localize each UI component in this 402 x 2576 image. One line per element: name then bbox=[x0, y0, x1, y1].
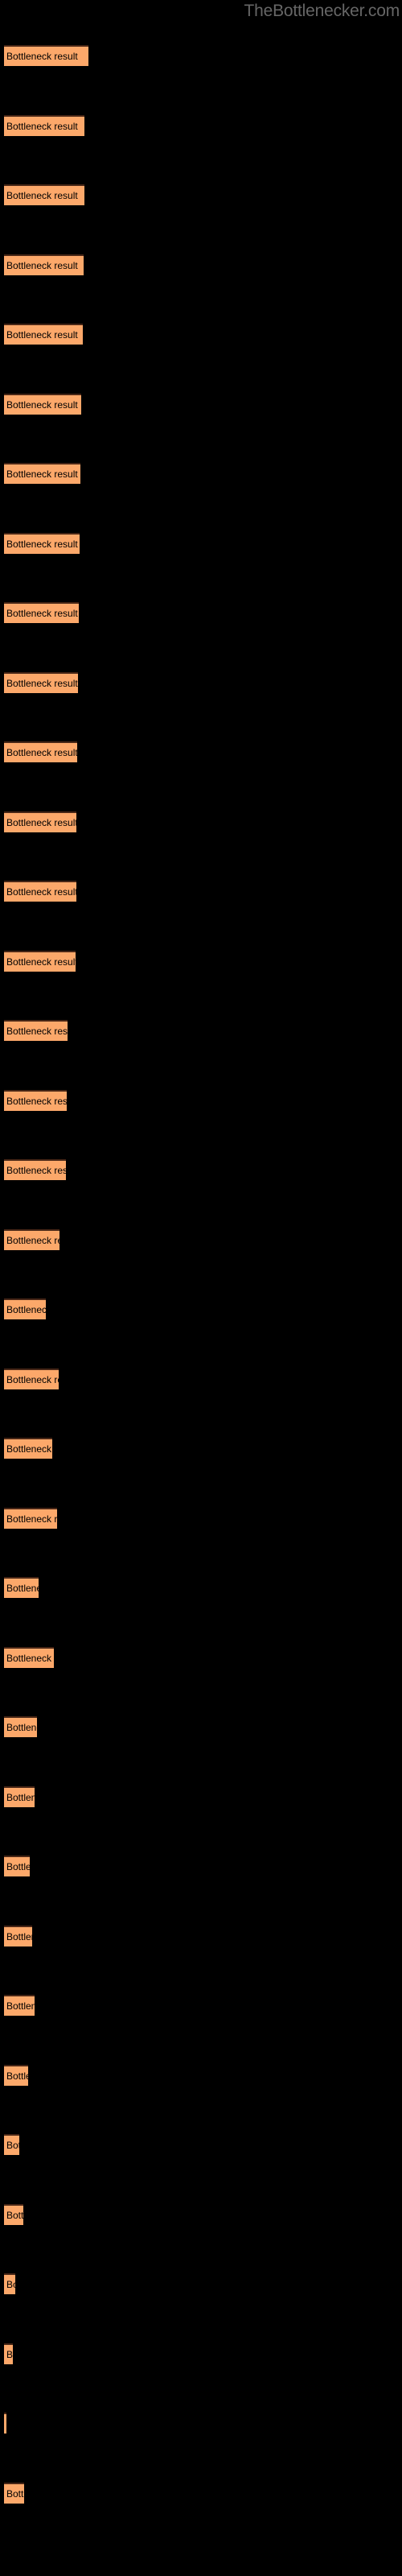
bar-label: Bottleneck result bbox=[6, 2209, 23, 2221]
bar-label: Bottleneck result bbox=[6, 1373, 59, 1385]
bottleneck-bar-chart: TheBottlenecker.com Bottleneck result Bot… bbox=[0, 0, 402, 2576]
bar[interactable]: Bottleneck result bbox=[4, 2203, 23, 2225]
bar[interactable]: Bottleneck result bbox=[4, 741, 77, 762]
bar[interactable]: Bottleneck result bbox=[4, 1507, 57, 1529]
bar-label: Bottleneck result bbox=[6, 329, 78, 341]
bar-label: Bottleneck result bbox=[6, 1443, 52, 1455]
bar[interactable]: Bottleneck result bbox=[4, 2134, 19, 2155]
bar[interactable]: Bottleneck result bbox=[4, 45, 88, 66]
bar[interactable]: Bottleneck result bbox=[4, 1089, 67, 1111]
bar[interactable]: Bottleneck result bbox=[4, 2343, 13, 2364]
bar[interactable]: Bottleneck result bbox=[4, 1438, 52, 1459]
bar-label: Bottleneck result bbox=[6, 2070, 28, 2082]
bar[interactable]: Bottleneck result bbox=[4, 2273, 15, 2294]
bar[interactable]: Bottleneck result bbox=[4, 2413, 6, 2434]
bar[interactable]: Bottleneck result bbox=[4, 811, 76, 832]
bar-label: Bottleneck result bbox=[6, 190, 78, 201]
bar[interactable]: Bottleneck result bbox=[4, 1228, 59, 1250]
bar-label: Bottleneck result bbox=[6, 2000, 35, 2012]
bar-label: Bottleneck result bbox=[6, 816, 76, 828]
bar-label: Bottleneck result bbox=[6, 1583, 39, 1594]
bar[interactable]: Bottleneck result bbox=[4, 324, 83, 345]
bar-label: Bottleneck result bbox=[6, 398, 78, 411]
bar[interactable]: Bottleneck result bbox=[4, 1159, 66, 1180]
bar[interactable]: Bottleneck result bbox=[4, 881, 76, 902]
bar-label: Bottleneck result bbox=[6, 2279, 15, 2290]
bar-label: Bottleneck result bbox=[6, 956, 76, 968]
bar-label: Bottleneck result bbox=[6, 2140, 19, 2151]
bar[interactable]: Bottleneck result bbox=[4, 1298, 46, 1319]
bar[interactable]: Bottleneck result bbox=[4, 114, 84, 136]
bar-label: Bottleneck result bbox=[6, 1165, 66, 1176]
bar[interactable]: Bottleneck result bbox=[4, 1020, 68, 1041]
bar[interactable]: Bottleneck result bbox=[4, 2482, 24, 2504]
bar[interactable]: Bottleneck result bbox=[4, 950, 76, 972]
bar-label: Bottleneck result bbox=[6, 2487, 24, 2500]
bar-label: Bottleneck result bbox=[6, 747, 77, 758]
bar-label: Bottleneck result bbox=[6, 1095, 67, 1107]
bar-label: Bottleneck result bbox=[6, 1722, 37, 1733]
bar-label: Bottleneck result bbox=[6, 2348, 13, 2360]
bar-label: Bottleneck result bbox=[6, 886, 76, 898]
bar[interactable]: Bottleneck result bbox=[4, 393, 81, 415]
site-watermark: TheBottlenecker.com bbox=[244, 2, 400, 20]
bar[interactable]: Bottleneck result bbox=[4, 1716, 37, 1737]
bar[interactable]: Bottleneck result bbox=[4, 1646, 54, 1668]
bar-label: Bottleneck result bbox=[6, 469, 78, 480]
bar[interactable]: Bottleneck result bbox=[4, 2064, 28, 2086]
bar-label: Bottleneck result bbox=[6, 1791, 35, 1803]
bar-label: Bottleneck result bbox=[6, 677, 78, 689]
bar-label: Bottleneck result bbox=[6, 51, 78, 62]
bar-label: Bottleneck result bbox=[6, 1026, 68, 1037]
bar[interactable]: Bottleneck result bbox=[4, 184, 84, 205]
bar-label: Bottleneck result bbox=[6, 1652, 54, 1664]
bar[interactable]: Bottleneck result bbox=[4, 602, 79, 623]
bar[interactable]: Bottleneck result bbox=[4, 1785, 35, 1807]
bar[interactable]: Bottleneck result bbox=[4, 463, 80, 484]
bar[interactable]: Bottleneck result bbox=[4, 1856, 30, 1876]
bar-label: Bottleneck result bbox=[6, 1304, 46, 1315]
bar-label: Bottleneck result bbox=[6, 120, 78, 132]
bar[interactable]: Bottleneck result bbox=[4, 254, 84, 275]
bar[interactable]: Bottleneck result bbox=[4, 1368, 59, 1389]
bar-label: Bottleneck result bbox=[6, 1930, 32, 1942]
bar-label: Bottleneck result bbox=[6, 259, 78, 271]
bar[interactable]: Bottleneck result bbox=[4, 671, 78, 693]
bar[interactable]: Bottleneck result bbox=[4, 1925, 32, 1946]
bar-label: Bottleneck result bbox=[6, 1234, 59, 1246]
bar-label: Bottleneck result bbox=[6, 608, 78, 619]
bar[interactable]: Bottleneck result bbox=[4, 1577, 39, 1598]
bar-label: Bottleneck result bbox=[6, 1513, 57, 1525]
bar[interactable]: Bottleneck result bbox=[4, 1995, 35, 2016]
bar-label: Bottleneck result bbox=[6, 538, 78, 550]
bar[interactable]: Bottleneck result bbox=[4, 532, 80, 554]
bar-label: Bottleneck result bbox=[6, 1861, 30, 1872]
